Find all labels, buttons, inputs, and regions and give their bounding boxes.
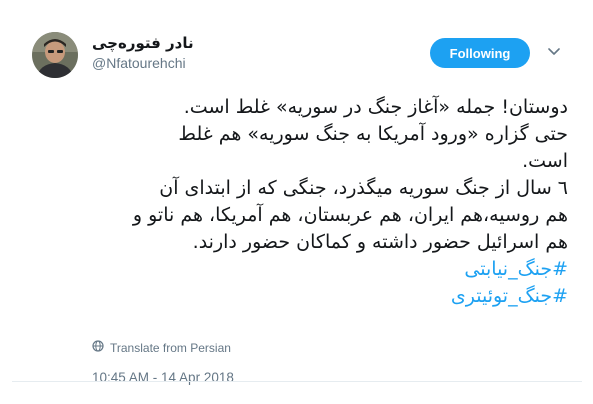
translate-link[interactable]: Translate from Persian	[92, 340, 231, 355]
hashtag-link[interactable]: #جنگ_نیابتی	[72, 256, 568, 283]
display-name[interactable]: نادر فتوره‌چی	[92, 34, 194, 52]
tweet-text-line: است.	[522, 150, 568, 172]
tweet-text: دوستان! جمله «آغاز جنگ در سوریه» غلط است…	[72, 94, 568, 310]
avatar[interactable]	[32, 32, 78, 78]
tweet-card: نادر فتوره‌چی @Nfatourehchi Following دو…	[12, 10, 582, 394]
tweet-timestamp[interactable]: 10:45 AM - 14 Apr 2018	[92, 370, 234, 385]
chevron-down-icon[interactable]	[546, 44, 562, 60]
tweet-text-line: ٦ سال از جنگ سوریه میگذرد، جنگی که از اب…	[159, 177, 568, 199]
divider	[12, 381, 582, 382]
tweet-text-line: هم روسیه،هم ایران، هم عربستان، هم آمریکا…	[132, 204, 568, 226]
globe-icon	[92, 340, 104, 355]
tweet-text-line: دوستان! جمله «آغاز جنگ در سوریه» غلط است…	[183, 96, 568, 118]
avatar-photo	[32, 32, 78, 78]
following-button[interactable]: Following	[430, 38, 530, 68]
tweet-text-line: هم اسرائیل حضور داشته و کماکان حضور دارن…	[192, 231, 568, 253]
user-handle[interactable]: @Nfatourehchi	[92, 55, 186, 71]
tweet-text-line: حتی گزاره «ورود آمریکا به جنگ سوریه» هم …	[178, 123, 568, 145]
hashtag-link[interactable]: #جنگ_توئیتری	[72, 283, 568, 310]
translate-label: Translate from Persian	[110, 340, 231, 355]
